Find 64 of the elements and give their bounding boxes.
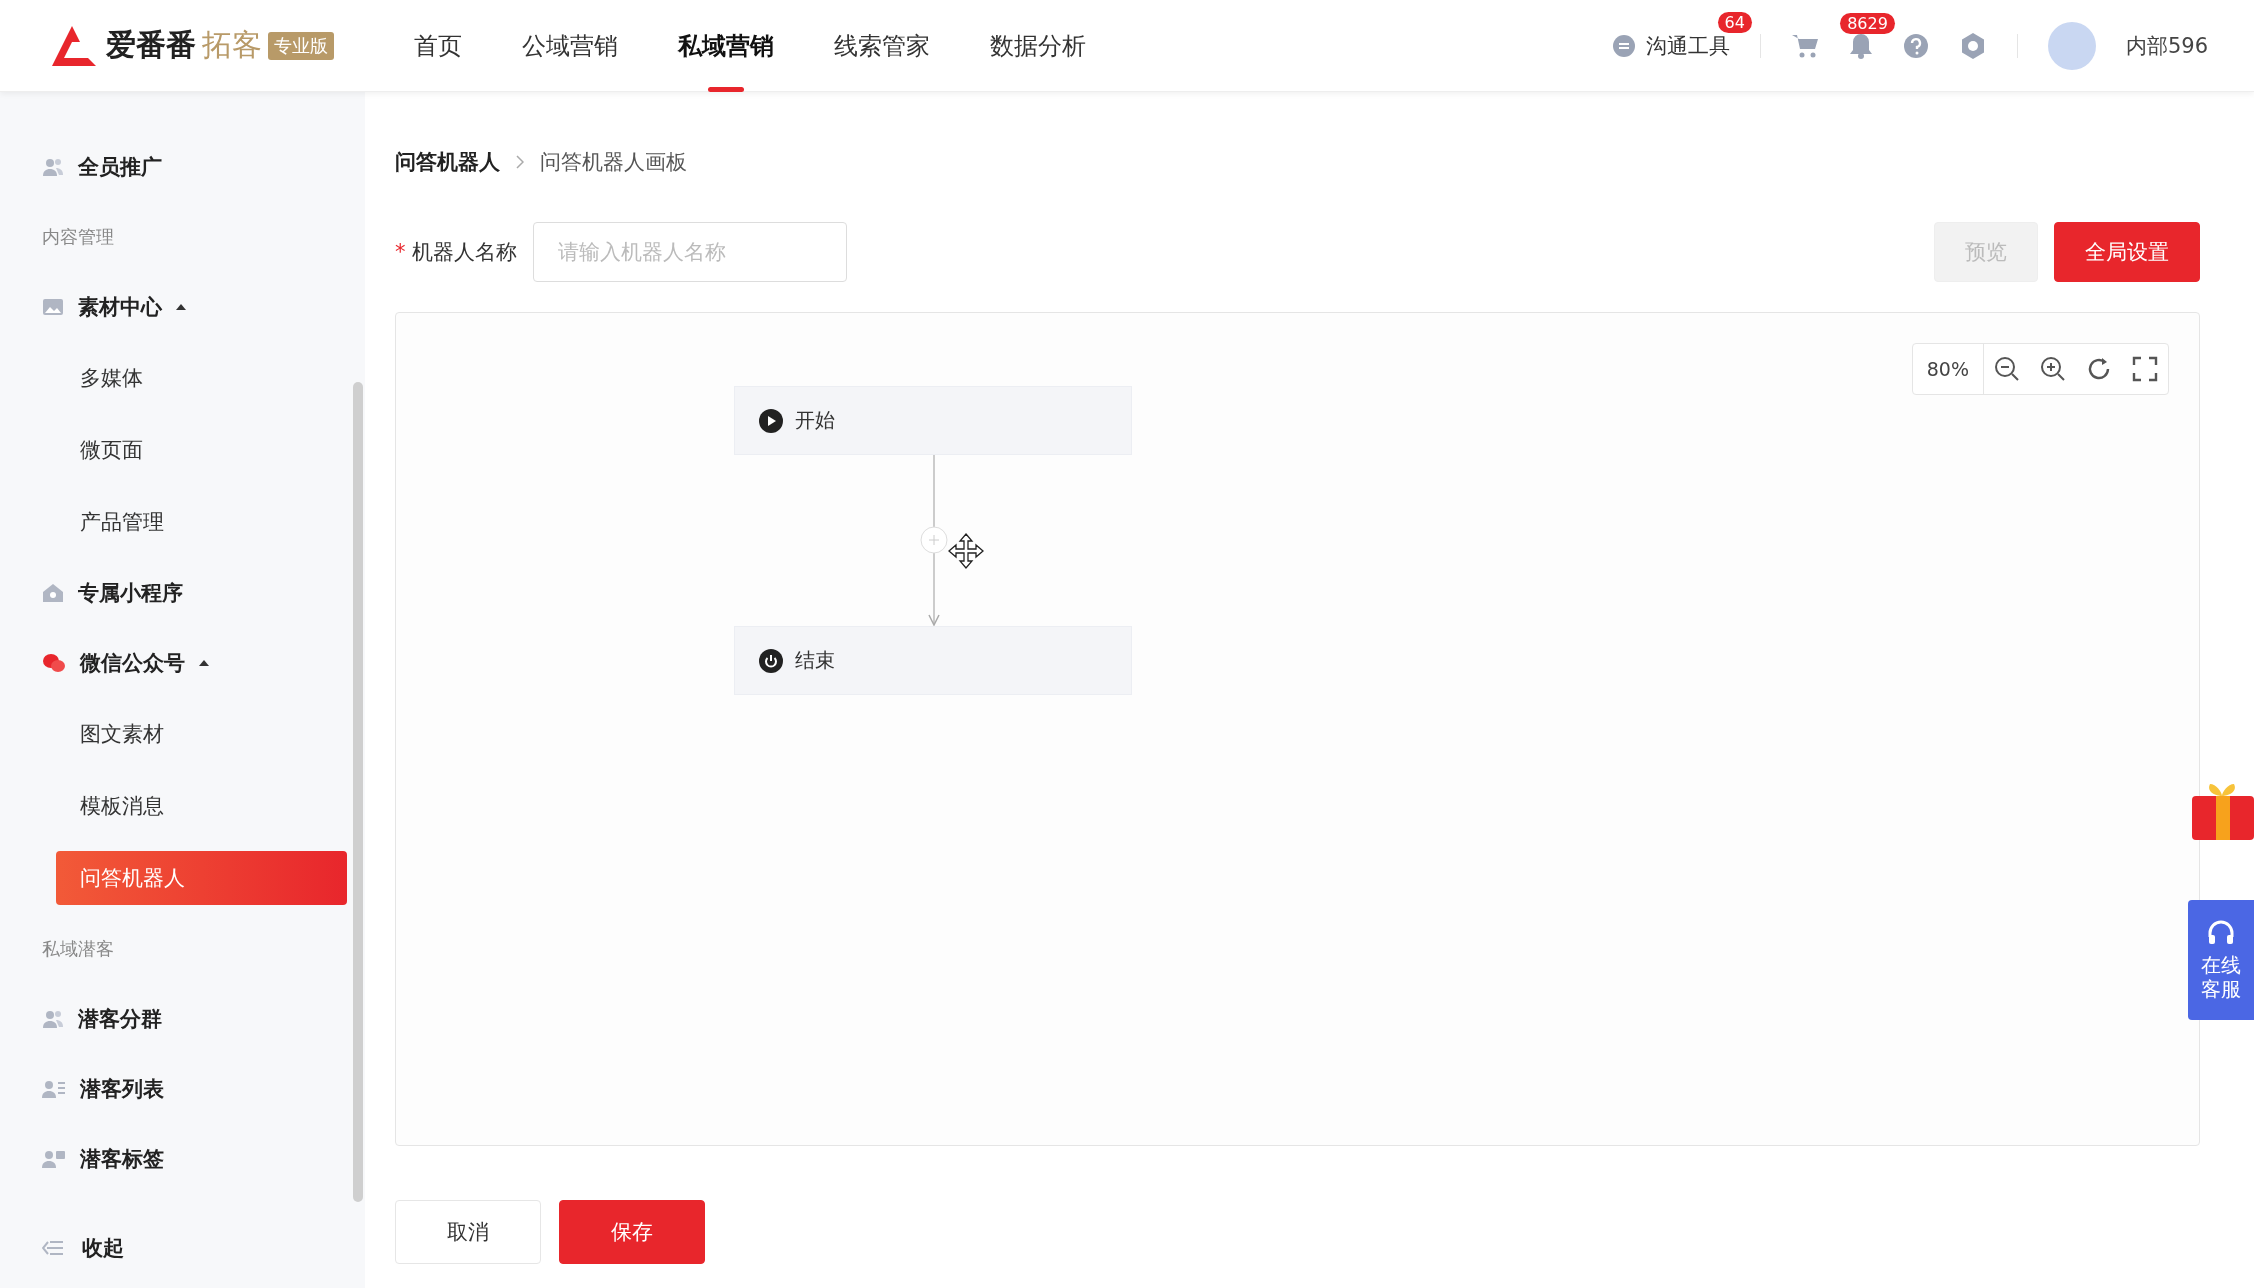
move-cursor-icon xyxy=(948,533,984,569)
field-label: 机器人名称 xyxy=(411,239,517,266)
section-label: 私域潜客 xyxy=(41,937,115,961)
nav-tab[interactable]: 线索管家 xyxy=(834,0,930,92)
zoom-out-icon[interactable] xyxy=(1994,356,2020,382)
online-service-button[interactable]: 在线客服 xyxy=(2188,900,2254,1020)
flow-node[interactable]: 结束 xyxy=(734,626,1132,695)
user-name[interactable]: 内部596 xyxy=(2125,31,2208,60)
nav-tab[interactable]: 私域营销 xyxy=(678,0,774,92)
refresh-icon[interactable] xyxy=(2086,356,2112,382)
chat-icon[interactable] xyxy=(1611,33,1636,58)
house-icon xyxy=(42,583,64,603)
menu-item[interactable]: 潜客列表 xyxy=(0,1054,365,1124)
cancel-button[interactable]: 取消 xyxy=(395,1200,541,1264)
required-mark: * xyxy=(395,240,406,264)
fullscreen-icon[interactable] xyxy=(2132,356,2158,382)
caret-icon xyxy=(199,660,209,666)
power-icon xyxy=(759,648,783,673)
logo-subtitle: 拓客 xyxy=(202,26,262,64)
nav-tab[interactable]: 数据分析 xyxy=(990,0,1086,92)
menu-item[interactable]: 全员推广 xyxy=(0,132,365,202)
menu-item[interactable]: 微信公众号 xyxy=(0,628,365,698)
tools-link[interactable]: 沟通工具 xyxy=(1645,31,1730,60)
people-icon xyxy=(42,157,64,177)
breadcrumb-link[interactable]: 问答机器人画板 xyxy=(540,148,687,176)
collapse-icon xyxy=(42,1240,64,1256)
scrollbar[interactable] xyxy=(353,382,363,1202)
name-input[interactable]: 请输入机器人名称 xyxy=(532,222,847,282)
user-list-icon xyxy=(42,1079,66,1099)
count-badge: 8629 xyxy=(1840,12,1895,34)
collapse-button[interactable]: 收起 xyxy=(0,1208,365,1288)
save-button[interactable]: 保存 xyxy=(559,1200,705,1264)
nav-tab[interactable]: 首页 xyxy=(414,0,462,92)
submenu-item[interactable]: 问答机器人 xyxy=(56,851,347,905)
cart-icon[interactable] xyxy=(1790,32,1819,59)
bell-icon[interactable] xyxy=(1848,32,1873,59)
add-node-icon[interactable] xyxy=(920,526,948,554)
submenu-item[interactable]: 图文素材 xyxy=(56,707,347,761)
submenu-item[interactable]: 模板消息 xyxy=(56,779,347,833)
user-tag-icon xyxy=(42,1149,66,1169)
zoom-level: 80% xyxy=(1912,344,1984,394)
menu-item[interactable]: 潜客分群 xyxy=(0,984,365,1054)
flow-node[interactable]: 开始 xyxy=(734,386,1132,455)
submenu-item[interactable]: 微页面 xyxy=(56,423,347,477)
image-icon xyxy=(42,298,64,316)
chevron-right-icon xyxy=(516,155,524,169)
count-badge: 64 xyxy=(1717,11,1752,33)
help-icon[interactable] xyxy=(1902,32,1929,59)
menu-item[interactable]: 潜客标签 xyxy=(0,1124,365,1194)
breadcrumb-link[interactable]: 问答机器人 xyxy=(395,148,500,176)
menu-item[interactable]: 素材中心 xyxy=(0,272,365,342)
global-settings-button[interactable]: 全局设置 xyxy=(2054,222,2200,282)
edition-tag: 专业版 xyxy=(268,31,334,60)
zoom-in-icon[interactable] xyxy=(2040,356,2066,382)
logo-text: 爱番番 xyxy=(106,26,196,64)
caret-icon xyxy=(176,304,186,310)
submenu-item[interactable]: 多媒体 xyxy=(56,351,347,405)
chat-bubbles-icon xyxy=(42,653,66,673)
nav-tab[interactable]: 公域营销 xyxy=(522,0,618,92)
submenu-item[interactable]: 产品管理 xyxy=(56,495,347,549)
play-icon xyxy=(759,408,783,433)
people-icon xyxy=(42,1009,64,1029)
menu-item[interactable]: 专属小程序 xyxy=(0,558,365,628)
section-label: 内容管理 xyxy=(41,225,115,249)
